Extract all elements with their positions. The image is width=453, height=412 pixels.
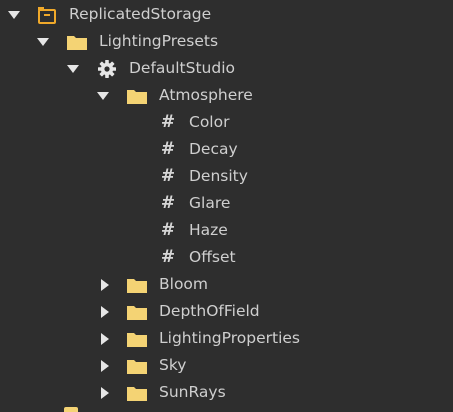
- tree-item-label: Offset: [189, 248, 236, 266]
- number-value-icon: #: [160, 139, 176, 159]
- tree-item-label: Haze: [189, 221, 228, 239]
- expand-arrow-right-icon[interactable]: [99, 360, 111, 372]
- expand-arrow-down-icon[interactable]: [97, 90, 109, 102]
- tree-row-offset[interactable]: # Offset: [0, 244, 453, 271]
- tree-row-replicated-storage[interactable]: ReplicatedStorage: [0, 1, 453, 28]
- folder-icon: [126, 86, 148, 106]
- tree-row-density[interactable]: # Density: [0, 163, 453, 190]
- tree-item-label: LightingProperties: [159, 329, 300, 347]
- tree-item-label: Sky: [159, 356, 187, 374]
- expand-arrow-right-icon[interactable]: [99, 333, 111, 345]
- tree-row-atmosphere[interactable]: Atmosphere: [0, 82, 453, 109]
- tree-item-label: Decay: [189, 140, 238, 158]
- tree-row-lighting-presets[interactable]: LightingPresets: [0, 28, 453, 55]
- expand-arrow-down-icon[interactable]: [67, 63, 79, 75]
- tree-row-color[interactable]: # Color: [0, 109, 453, 136]
- tree-row-sky[interactable]: Sky: [0, 352, 453, 379]
- tree-row-lighting-properties[interactable]: LightingProperties: [0, 325, 453, 352]
- tree-row-decay[interactable]: # Decay: [0, 136, 453, 163]
- tree-row-depth-of-field[interactable]: DepthOfField: [0, 298, 453, 325]
- tree-item-label: Color: [189, 113, 230, 131]
- expand-arrow-right-icon[interactable]: [99, 306, 111, 318]
- tree-item-label: Bloom: [159, 275, 209, 293]
- gear-icon: [96, 59, 118, 79]
- folder-icon: [126, 302, 148, 322]
- tree-row-default-studio[interactable]: DefaultStudio: [0, 55, 453, 82]
- folder-icon: [126, 356, 148, 376]
- tree-item-label: Glare: [189, 194, 231, 212]
- number-value-icon: #: [160, 220, 176, 240]
- tree-item-label: SunRays: [159, 383, 226, 401]
- replicated-storage-icon: [36, 5, 58, 25]
- folder-icon: [64, 407, 78, 412]
- tree-item-label: Atmosphere: [159, 86, 253, 104]
- tree-item-label: DefaultStudio: [129, 59, 236, 77]
- number-value-icon: #: [160, 166, 176, 186]
- expand-arrow-right-icon[interactable]: [99, 387, 111, 399]
- tree-item-label: LightingPresets: [99, 32, 219, 50]
- tree-item-label: Density: [189, 167, 248, 185]
- number-value-icon: #: [160, 247, 176, 267]
- tree-row-haze[interactable]: # Haze: [0, 217, 453, 244]
- tree-item-label: ReplicatedStorage: [69, 5, 212, 23]
- folder-icon: [126, 275, 148, 295]
- expand-arrow-down-icon[interactable]: [37, 36, 49, 48]
- tree-row-sun-rays[interactable]: SunRays: [0, 379, 453, 406]
- number-value-icon: #: [160, 112, 176, 132]
- folder-icon: [126, 329, 148, 349]
- folder-icon: [126, 383, 148, 403]
- expand-arrow-down-icon[interactable]: [8, 9, 20, 21]
- folder-icon: [66, 32, 88, 52]
- tree-row-bloom[interactable]: Bloom: [0, 271, 453, 298]
- tree-row-glare[interactable]: # Glare: [0, 190, 453, 217]
- number-value-icon: #: [160, 193, 176, 213]
- tree-item-label: DepthOfField: [159, 302, 260, 320]
- expand-arrow-right-icon[interactable]: [99, 279, 111, 291]
- explorer-tree: ReplicatedStorage LightingPresets Defaul…: [0, 0, 453, 412]
